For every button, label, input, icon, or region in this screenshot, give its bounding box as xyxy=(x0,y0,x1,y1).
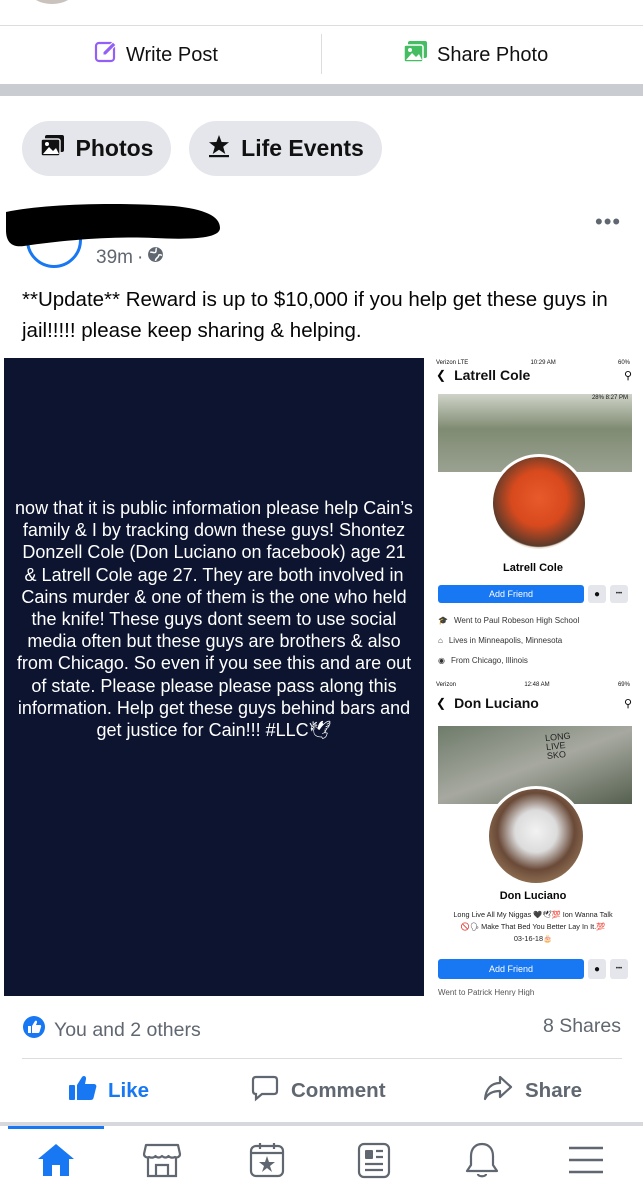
pages-icon[interactable] xyxy=(245,1138,289,1182)
image-right[interactable]: Verizon LTE 10:29 AM 60% ❮ Latrell Cole … xyxy=(428,358,638,996)
bell-icon[interactable] xyxy=(460,1138,504,1182)
add-friend-button[interactable]: Add Friend xyxy=(438,585,584,603)
share-photo-label: Share Photo xyxy=(437,43,549,66)
home-icon[interactable] xyxy=(34,1138,78,1182)
write-post-button[interactable]: Write Post xyxy=(94,26,218,84)
section-separator xyxy=(0,84,643,96)
messenger-icon[interactable]: ● xyxy=(588,959,606,979)
image-left-text: now that it is public information please… xyxy=(15,498,413,741)
more-options-button[interactable]: ••• xyxy=(595,209,621,235)
bio-line-3: 03-16-18🎂 xyxy=(513,934,553,943)
back-chevron-icon: ❮ xyxy=(436,368,447,382)
share-button[interactable]: Share xyxy=(483,1070,582,1112)
profile-photo-2 xyxy=(486,786,586,886)
home-small-icon: ⌂ xyxy=(438,636,443,645)
profile-photo xyxy=(490,454,588,552)
info-from-text: From Chicago, Illinois xyxy=(450,656,528,665)
add-friend-button-2[interactable]: Add Friend xyxy=(438,959,584,979)
marketplace-icon[interactable] xyxy=(140,1138,184,1182)
info-lives: ⌂ Lives in Minneapolis, Minnesota xyxy=(438,636,562,645)
share-arrow-icon xyxy=(483,1075,513,1107)
like-button[interactable]: Like xyxy=(68,1070,149,1112)
star-flag-icon xyxy=(207,134,231,164)
info-lives-text: Lives in Minneapolis, Minnesota xyxy=(448,636,563,645)
comment-bubble-icon xyxy=(251,1074,279,1108)
write-post-label: Write Post xyxy=(126,43,218,66)
status-battery: 60% xyxy=(617,360,630,366)
pencil-edit-icon xyxy=(94,40,118,70)
active-tab-indicator xyxy=(8,1126,104,1129)
phone-status-bar: Verizon LTE 10:29 AM 60% xyxy=(428,360,638,366)
menu-icon[interactable] xyxy=(564,1138,608,1182)
news-icon[interactable] xyxy=(352,1138,396,1182)
like-label: Like xyxy=(108,1079,150,1102)
post-time: 39m xyxy=(96,246,133,268)
profile-name-2: Don Luciano xyxy=(499,890,567,902)
status-time-2: 12:48 AM xyxy=(524,682,550,688)
life-events-label: Life Events xyxy=(241,135,364,161)
info-school: 🎓 Went to Paul Robeson High School xyxy=(438,616,579,625)
reactions-text: You and 2 others xyxy=(54,1018,201,1041)
globe-icon xyxy=(147,246,164,269)
photo-icon xyxy=(403,40,429,70)
share-label: Share xyxy=(525,1079,582,1102)
search-icon: ⚲ xyxy=(623,369,632,382)
phone-status-bar-2: Verizon 12:48 AM 69% xyxy=(428,682,638,688)
share-photo-button[interactable]: Share Photo xyxy=(403,26,548,84)
status-time: 10:29 AM xyxy=(530,360,556,366)
bottom-tab-bar xyxy=(0,1126,643,1200)
profile-bio: Long Live All My Niggas 🖤🕊💯 Ion Wanna Ta… xyxy=(428,909,638,945)
profile-more-button[interactable]: ••• xyxy=(610,585,628,603)
divider xyxy=(22,1058,622,1059)
school-icon: 🎓 xyxy=(438,616,448,625)
shares-count[interactable]: 8 Shares xyxy=(543,1015,621,1038)
status-carrier: Verizon LTE xyxy=(436,360,469,366)
post-text: **Update** Reward is up to $10,000 if yo… xyxy=(22,288,608,342)
thumbs-up-icon xyxy=(68,1074,98,1108)
bio-line-1: Long Live All My Niggas 🖤🕊💯 Ion Wanna Ta… xyxy=(453,910,613,919)
like-reaction-icon xyxy=(22,1015,46,1045)
back-chevron-icon: ❮ xyxy=(436,696,447,710)
previous-content-strip xyxy=(0,0,643,26)
profile-name: Latrell Cole xyxy=(503,562,563,574)
comment-button[interactable]: Comment xyxy=(251,1070,386,1112)
add-friend-label-2: Add Friend xyxy=(488,964,534,974)
add-friend-label: Add Friend xyxy=(488,589,534,599)
pin-icon: ◉ xyxy=(438,656,445,665)
info-school-2-text: Went to Patrick Henry High xyxy=(438,988,535,996)
info-school-2: Went to Patrick Henry High xyxy=(438,988,534,996)
bio-line-2: 🚫🗣 Make That Bed You Better Lay In It.💯 xyxy=(460,922,606,931)
profile-header-name-2: Don Luciano xyxy=(454,695,539,711)
status-carrier-2: Verizon xyxy=(436,682,457,688)
cover-sign: LONG LIVE SKO xyxy=(544,730,572,762)
reactions-summary[interactable]: You and 2 others xyxy=(22,1015,201,1045)
divider xyxy=(321,34,322,74)
messenger-icon[interactable]: ● xyxy=(588,585,606,603)
inner-status: 28% 8:27 PM xyxy=(591,395,628,401)
profile-header-name: Latrell Cole xyxy=(454,367,531,383)
profile-more-button-2[interactable]: ••• xyxy=(610,959,628,979)
photos-icon xyxy=(39,134,66,164)
life-events-pill[interactable]: Life Events xyxy=(189,121,382,176)
status-battery-2: 69% xyxy=(617,682,630,688)
meta-separator: · xyxy=(136,246,144,268)
photos-label: Photos xyxy=(75,135,154,161)
profile-header: ❮ Latrell Cole ⚲ xyxy=(436,367,632,383)
photos-pill[interactable]: Photos xyxy=(22,121,171,176)
post-meta: 39m · xyxy=(96,246,164,269)
info-school-text: Went to Paul Robeson High School xyxy=(453,616,580,625)
search-icon: ⚲ xyxy=(623,697,632,710)
profile-header-2: ❮ Don Luciano ⚲ xyxy=(436,695,632,711)
info-from: ◉ From Chicago, Illinois xyxy=(438,656,528,665)
comment-label: Comment xyxy=(291,1079,386,1102)
